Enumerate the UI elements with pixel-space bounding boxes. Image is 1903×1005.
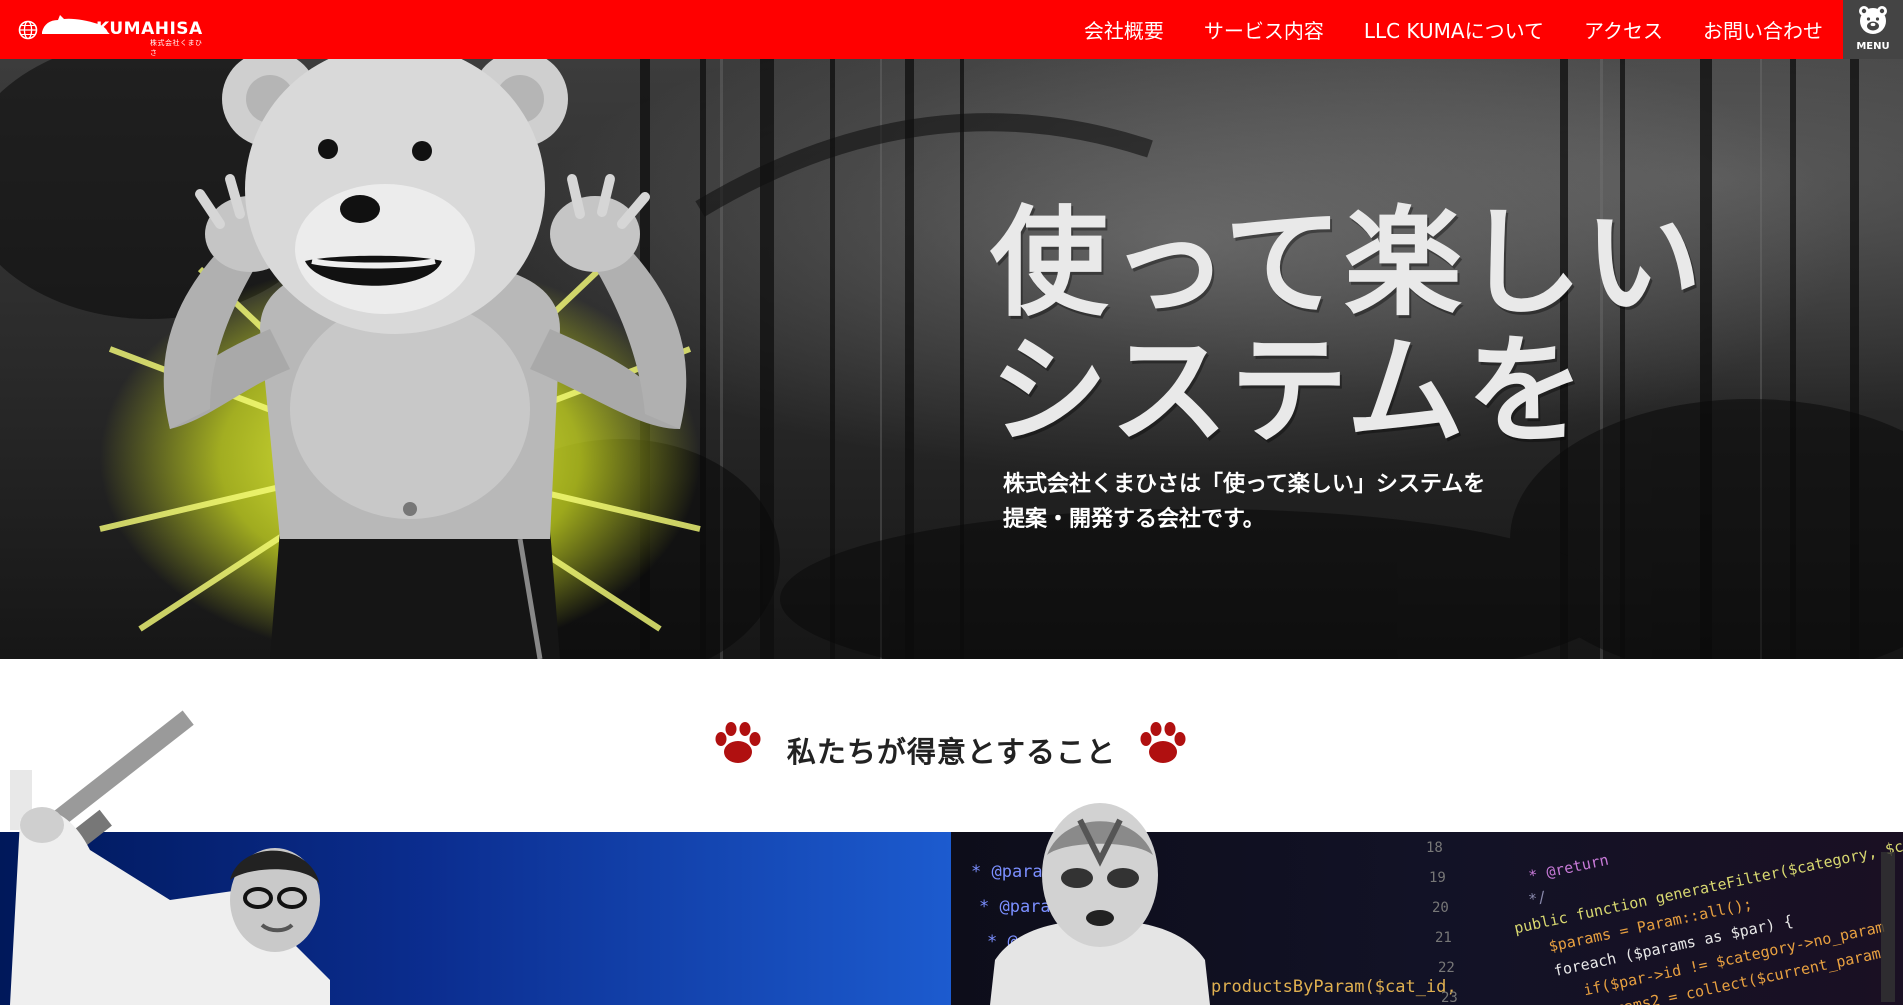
- line-number: 20: [1432, 900, 1449, 916]
- code-right-line: */: [1527, 887, 1548, 908]
- code-snippet: productsByParam($cat_id,: [1211, 977, 1457, 997]
- main-nav: 会社概要 サービス内容 LLC KUMAについて アクセス お問い合わせ: [1044, 0, 1823, 59]
- menu-label: MENU: [1856, 41, 1890, 52]
- globe-icon: [18, 20, 38, 40]
- nav-item-contact[interactable]: お問い合わせ: [1703, 15, 1823, 44]
- person-with-baton-image: [10, 710, 330, 1005]
- hero-heading-line1: 使って楽しい: [990, 194, 1705, 332]
- nav-item-access[interactable]: アクセス: [1584, 15, 1663, 44]
- hero-subtext: 株式会社くまひさは「使って楽しい」システムを 提案・開発する会社です。: [1003, 467, 1603, 537]
- nav-item-company[interactable]: 会社概要: [1084, 15, 1164, 44]
- line-number: 19: [1429, 870, 1446, 886]
- nav-item-llc-kuma[interactable]: LLC KUMAについて: [1364, 15, 1544, 44]
- line-number: 23: [1441, 990, 1458, 1005]
- nav-item-services[interactable]: サービス内容: [1204, 15, 1324, 44]
- bear-mascot-figure: [163, 59, 687, 659]
- site-header: KUMAHISA 株式会社くまひさ 会社概要 サービス内容 LLC KUMAにつ…: [0, 0, 1903, 59]
- logo-subtitle: 株式会社くまひさ: [150, 39, 203, 57]
- menu-button[interactable]: MENU: [1843, 0, 1903, 59]
- hero-banner: 使って楽しい システムを 株式会社くまひさは「使って楽しい」システムを 提案・開…: [0, 59, 1903, 659]
- hero-heading-line2: システムを: [990, 322, 1587, 460]
- line-number: 18: [1426, 840, 1443, 856]
- paw-icon: [1140, 722, 1186, 763]
- hero-heading: 使って楽しい システムを: [990, 199, 1850, 455]
- site-logo[interactable]: KUMAHISA 株式会社くまひさ: [18, 12, 208, 57]
- code-right-line: * @return: [1527, 851, 1610, 886]
- bear-face-icon: [1859, 6, 1887, 34]
- line-number: 22: [1438, 960, 1455, 976]
- logo-name: KUMAHISA: [96, 19, 203, 39]
- hero-subtext-line1: 株式会社くまひさは「使って楽しい」システムを: [1003, 472, 1486, 497]
- masked-person-image: [990, 803, 1210, 1005]
- hero-subtext-line2: 提案・開発する会社です。: [1003, 507, 1265, 532]
- line-number: 21: [1435, 930, 1452, 946]
